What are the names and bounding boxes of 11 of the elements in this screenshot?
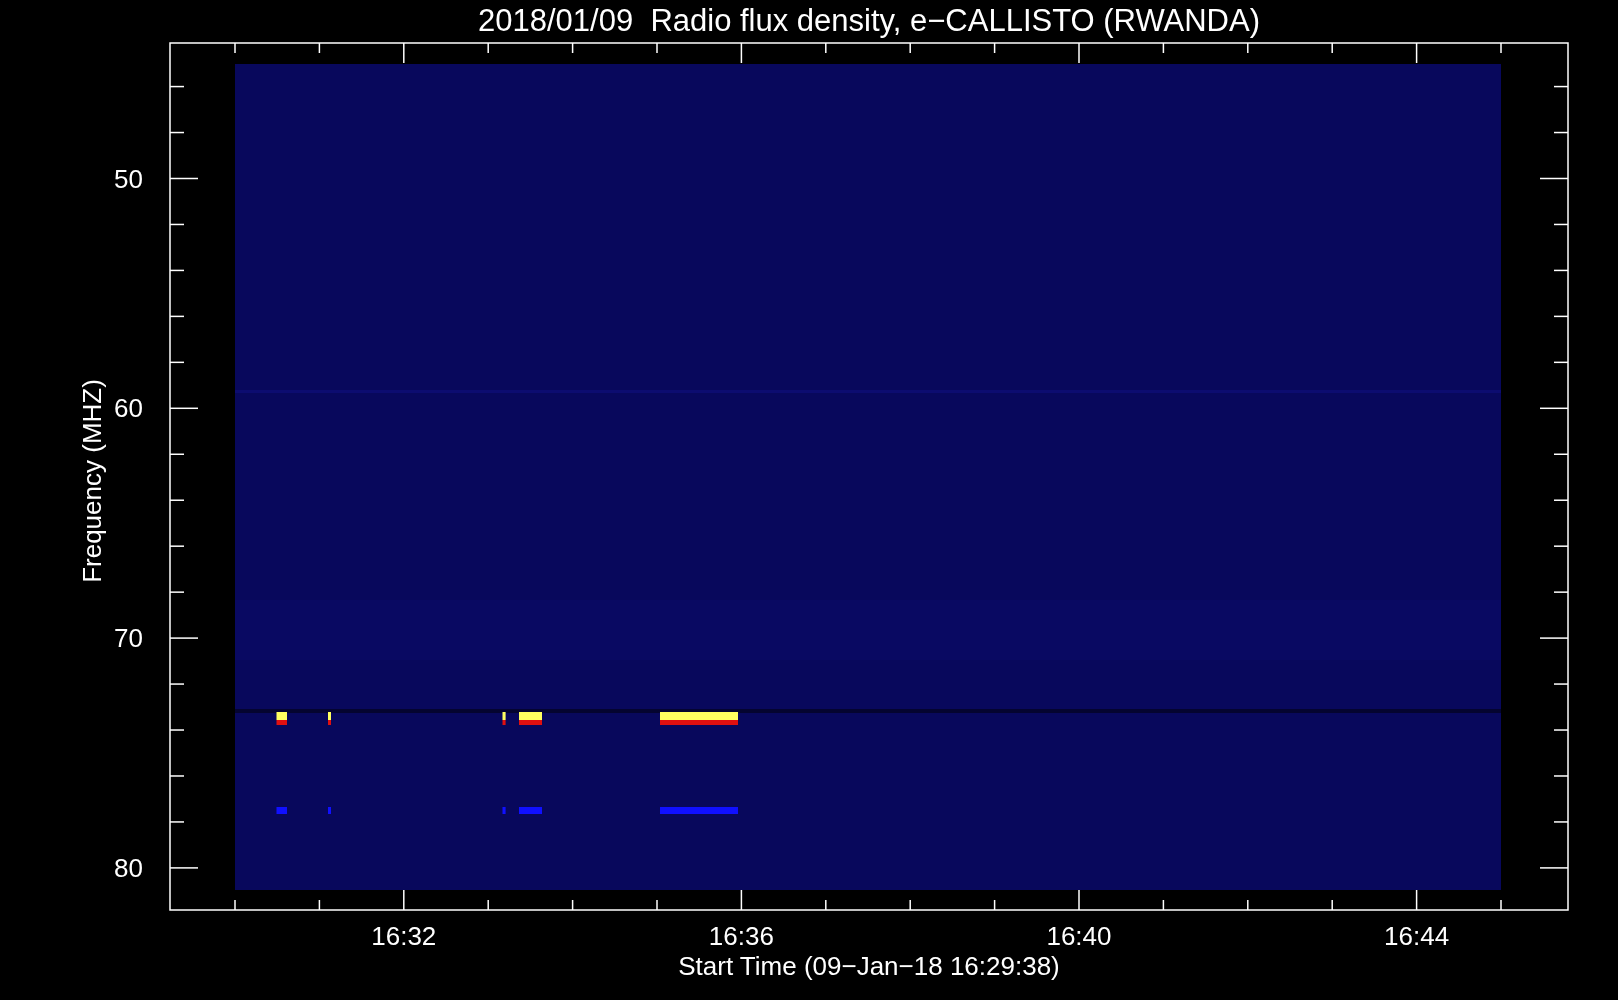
axis-tick-label: 60 bbox=[114, 393, 143, 424]
axis-tick-label: 50 bbox=[114, 163, 143, 194]
axis-tick-label: 16:44 bbox=[1384, 921, 1450, 951]
axis-tick-label: 16:32 bbox=[371, 921, 437, 951]
axis-tick-label: 80 bbox=[114, 852, 143, 883]
axis-tick-label: 16:36 bbox=[708, 921, 774, 951]
axis-tick-label: 70 bbox=[114, 623, 143, 654]
chart-title: 2018/01/09 Radio flux density, e−CALLISTO (RWANDA) bbox=[478, 3, 1260, 38]
axis-title: Frequency (MHZ) bbox=[77, 379, 107, 583]
axis-tick-label: 16:40 bbox=[1046, 921, 1112, 951]
axis-title: Start Time (09−Jan−18 16:29:38) bbox=[678, 951, 1060, 981]
